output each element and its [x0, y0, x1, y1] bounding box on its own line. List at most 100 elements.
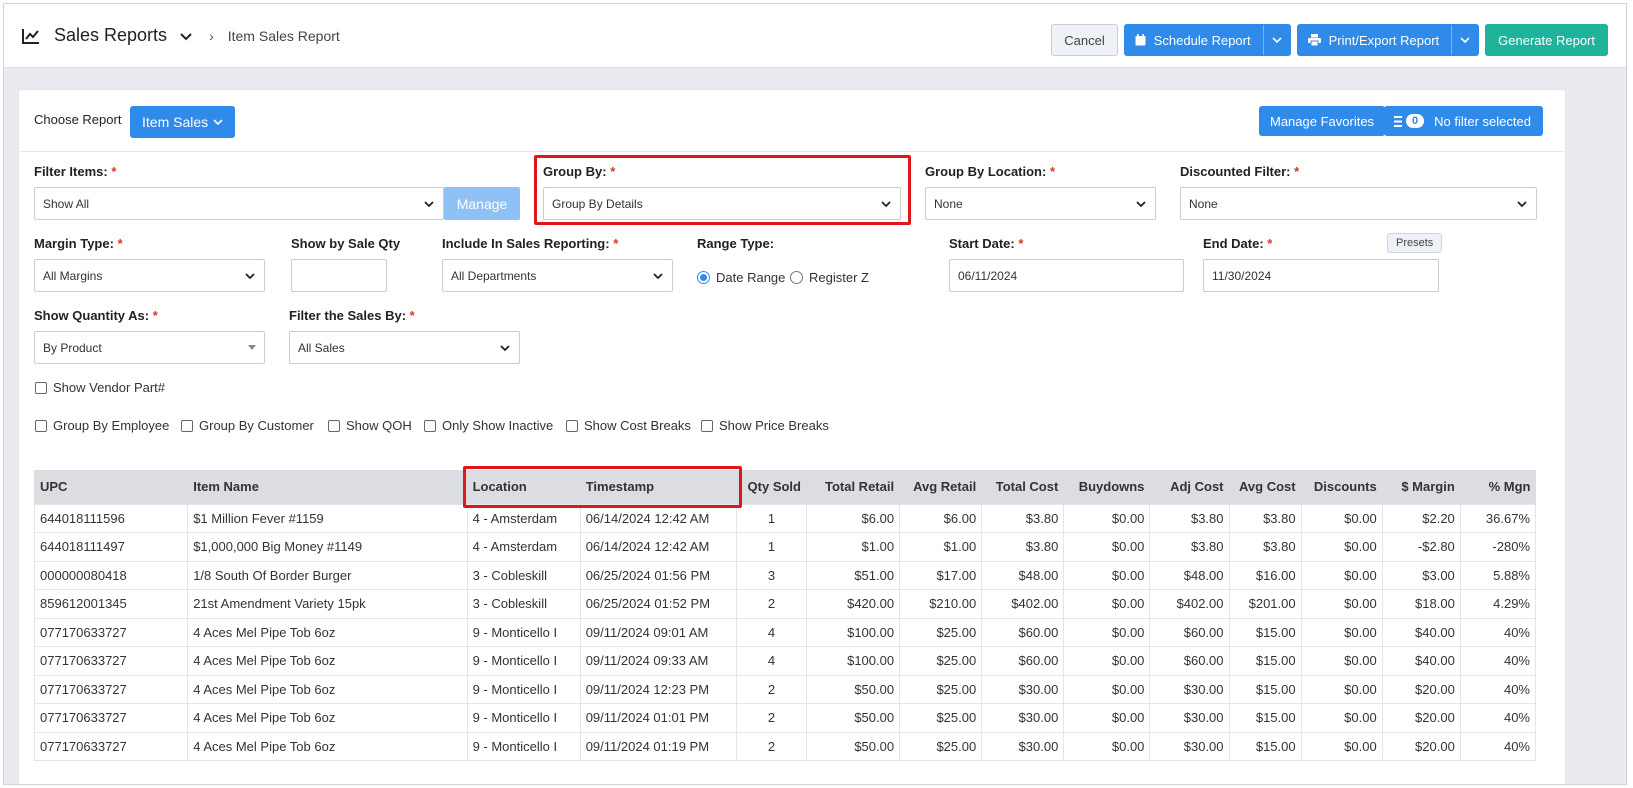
checkbox-cost-breaks[interactable]: Show Cost Breaks: [566, 418, 691, 433]
end-date-input[interactable]: 11/30/2024: [1203, 259, 1439, 292]
table-row[interactable]: 000000080418 1/8 South Of Border Burger 3 …: [33, 560, 1537, 590]
quantity-as-select[interactable]: By Product: [34, 331, 265, 364]
column-header[interactable]: Buydowns: [1063, 470, 1150, 504]
checkbox-group-by-customer[interactable]: Group By Customer: [181, 418, 314, 433]
table-cell: $0.00: [1300, 646, 1383, 676]
chevron-down-icon: [500, 345, 510, 352]
table-row[interactable]: 077170633727 4 Aces Mel Pipe Tob 6oz 9 - M…: [33, 731, 1537, 761]
table-cell: $210.00: [899, 589, 983, 619]
table-cell: 06/14/2024 12:42 AM: [579, 503, 737, 533]
table-cell: $1 Million Fever #1159: [187, 503, 468, 533]
table-row[interactable]: 077170633727 4 Aces Mel Pipe Tob 6oz 9 - M…: [33, 674, 1537, 704]
start-date-input[interactable]: 06/11/2024: [949, 259, 1184, 292]
generate-report-button[interactable]: Generate Report: [1485, 24, 1608, 56]
table-cell: $3.80: [1228, 532, 1302, 562]
table-cell: $50.00: [805, 674, 901, 704]
table-cell: -$2.80: [1381, 532, 1461, 562]
schedule-report-button[interactable]: Schedule Report: [1123, 24, 1291, 56]
table-body: 644018111596 $1 Million Fever #1159 4 - Am…: [33, 503, 1537, 761]
column-header[interactable]: UPC: [33, 470, 188, 504]
table-cell: $60.00: [981, 646, 1065, 676]
filter-selection-button[interactable]: 0 No filter selected: [1384, 106, 1543, 136]
discounted-filter-select[interactable]: None: [1180, 187, 1537, 220]
column-header[interactable]: Timestamp: [579, 470, 737, 504]
table-row[interactable]: 859612001345 21st Amendment Variety 15pk 3…: [33, 589, 1537, 619]
table-row[interactable]: 644018111497 $1,000,000 Big Money #1149 4 …: [33, 532, 1537, 562]
table-cell: $3.80: [981, 503, 1065, 533]
radio-date-range-label: Date Range: [716, 270, 786, 285]
table-cell: $50.00: [805, 731, 901, 761]
column-header[interactable]: Item Name: [187, 470, 468, 504]
margin-type-select[interactable]: All Margins: [34, 259, 265, 292]
table-cell: 3 - Cobleskill: [466, 560, 581, 590]
filter-items-select[interactable]: Show All: [34, 187, 444, 220]
table-cell: 3: [735, 560, 807, 590]
presets-button[interactable]: Presets: [1387, 233, 1443, 253]
checkbox-group-by-employee[interactable]: Group By Employee: [35, 418, 169, 433]
calendar-icon: [1135, 34, 1146, 46]
table-cell: $0.00: [1300, 674, 1383, 704]
top-bar: Sales Reports › Item Sales Report Cancel…: [4, 4, 1626, 68]
table-row[interactable]: 077170633727 4 Aces Mel Pipe Tob 6oz 9 - M…: [33, 703, 1537, 733]
radio-register-z[interactable]: Register Z: [790, 270, 869, 285]
checkbox-show-qoh[interactable]: Show QOH: [328, 418, 412, 433]
sale-qty-input[interactable]: [291, 259, 387, 292]
column-header[interactable]: Discounts: [1300, 470, 1383, 504]
table-cell: $0.00: [1300, 589, 1383, 619]
include-sales-select[interactable]: All Departments: [442, 259, 673, 292]
checkbox-show-qoh-label: Show QOH: [346, 418, 412, 433]
column-header[interactable]: $ Margin: [1381, 470, 1461, 504]
table-row[interactable]: 077170633727 4 Aces Mel Pipe Tob 6oz 9 - M…: [33, 617, 1537, 647]
chevron-down-icon[interactable]: [1451, 25, 1478, 55]
chevron-down-icon[interactable]: [179, 29, 193, 43]
manage-items-button[interactable]: Manage: [444, 187, 520, 220]
table-cell: $1.00: [899, 532, 983, 562]
checkbox-price-breaks[interactable]: Show Price Breaks: [701, 418, 829, 433]
table-cell: 859612001345: [33, 589, 189, 619]
column-header[interactable]: Total Retail: [805, 470, 900, 504]
table-cell: 21st Amendment Variety 15pk: [187, 589, 468, 619]
chevron-down-icon[interactable]: [1262, 25, 1290, 55]
table-row[interactable]: 077170633727 4 Aces Mel Pipe Tob 6oz 9 - M…: [33, 646, 1537, 676]
report-select-button[interactable]: Item Sales: [130, 106, 236, 138]
table-cell: $15.00: [1228, 674, 1302, 704]
table-cell: $40.00: [1381, 646, 1461, 676]
radio-date-range[interactable]: Date Range: [697, 270, 785, 285]
filter-sales-by-select[interactable]: All Sales: [289, 331, 520, 364]
filter-list-icon: [1394, 115, 1402, 127]
table-cell: $30.00: [1149, 731, 1230, 761]
table-cell: $0.00: [1063, 532, 1151, 562]
group-by-label: Group By: *: [543, 164, 616, 179]
breadcrumb-separator-icon: ›: [209, 27, 214, 44]
table-cell: $15.00: [1228, 731, 1302, 761]
column-header[interactable]: Avg Cost: [1228, 470, 1302, 504]
column-header[interactable]: Avg Retail: [899, 470, 982, 504]
group-by-select[interactable]: Group By Details: [543, 187, 901, 220]
app-frame: Sales Reports › Item Sales Report Cancel…: [3, 3, 1627, 785]
table-cell: $1,000,000 Big Money #1149: [187, 532, 468, 562]
column-header[interactable]: Qty Sold: [735, 470, 807, 504]
table-row[interactable]: 644018111596 $1 Million Fever #1159 4 - Am…: [33, 503, 1537, 533]
header-actions: Cancel Schedule Report Print/Export Repo…: [1051, 24, 1608, 56]
print-export-report-button[interactable]: Print/Export Report: [1296, 24, 1480, 56]
column-header[interactable]: Adj Cost: [1149, 470, 1230, 504]
include-sales-value: All Departments: [451, 268, 537, 283]
table-cell: 4 Aces Mel Pipe Tob 6oz: [187, 646, 468, 676]
table-cell: 4 Aces Mel Pipe Tob 6oz: [187, 731, 468, 761]
table-cell: -280%: [1459, 532, 1537, 562]
column-header[interactable]: Total Cost: [981, 470, 1064, 504]
group-by-location-select[interactable]: None: [925, 187, 1156, 220]
checkbox-only-inactive[interactable]: Only Show Inactive: [424, 418, 553, 433]
table-cell: $100.00: [805, 646, 901, 676]
table-cell: 1/8 South Of Border Burger: [187, 560, 468, 590]
table-cell: $0.00: [1063, 617, 1151, 647]
manage-favorites-button[interactable]: Manage Favorites: [1259, 106, 1386, 136]
sale-qty-label: Show by Sale Qty: [291, 236, 401, 251]
checkbox-icon: [181, 419, 193, 432]
column-header[interactable]: Location: [466, 470, 581, 504]
cancel-button[interactable]: Cancel: [1051, 24, 1118, 56]
column-header[interactable]: % Mgn: [1459, 470, 1536, 504]
radio-selected-icon: [697, 271, 710, 284]
checkbox-vendor-part[interactable]: Show Vendor Part#: [35, 380, 165, 395]
table-cell: $1.00: [805, 532, 901, 562]
